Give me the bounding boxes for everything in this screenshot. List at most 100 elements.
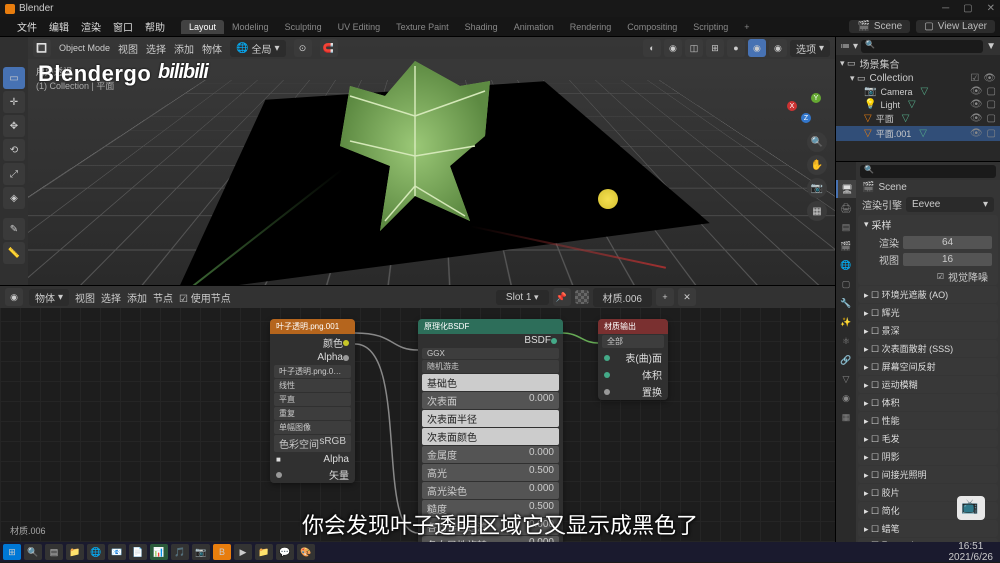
task-view-icon[interactable]: ▤ (45, 544, 63, 560)
world-tab[interactable]: 🌐 (836, 256, 856, 274)
gizmo-toggle-icon[interactable]: ◐ (643, 39, 661, 57)
surface-socket[interactable] (604, 355, 610, 361)
pin-icon[interactable]: 📌 (553, 288, 571, 306)
app-icon[interactable]: 💬 (276, 544, 294, 560)
scale-tool[interactable]: ⤢ (3, 163, 25, 185)
start-button[interactable]: ⊞ (3, 544, 21, 560)
bsdf-param[interactable]: 基础色 (422, 374, 559, 391)
workspace-tab[interactable]: Sculpting (277, 20, 330, 34)
workspace-tab[interactable]: Modeling (224, 20, 277, 34)
bsdf-param[interactable]: 次表面颜色 (422, 428, 559, 445)
node-title[interactable]: 材质输出 (598, 319, 668, 334)
taskbar-clock[interactable]: 16:512021/6/26 (949, 541, 998, 563)
menu-help[interactable]: 帮助 (139, 19, 171, 34)
camera-view-icon[interactable]: 📷 (807, 178, 827, 198)
volume-socket[interactable] (604, 372, 610, 378)
constraint-tab[interactable]: 🔗 (836, 351, 856, 369)
modifier-tab[interactable]: 🔧 (836, 294, 856, 312)
pivot-icon[interactable]: ⊙ (294, 39, 312, 57)
outliner-item[interactable]: 📷 Camera ▽👁▢ (836, 85, 1000, 98)
property-panel-header[interactable]: ▸ ☐ 屏幕空间反射 (858, 358, 998, 375)
bsdf-socket[interactable] (551, 338, 557, 344)
property-panel-header[interactable]: ▸ ☐ 次表面散射 (SSS) (858, 340, 998, 357)
material-name[interactable]: 材质.006 (593, 288, 652, 307)
scene-breadcrumb[interactable]: Scene (878, 182, 906, 193)
use-nodes-checkbox[interactable]: ☑ 使用节点 (179, 290, 231, 305)
shader-node-editor[interactable]: ◉ 物体▾ 视图 选择 添加 节点 ☑ 使用节点 Slot 1 ▾ 📌 材质.0… (0, 285, 835, 542)
property-panel-header[interactable]: ▸ ☐ 环境光遮蔽 (AO) (858, 286, 998, 303)
node-menu[interactable]: 节点 (153, 290, 173, 305)
editor-type-icon[interactable]: 🔳 (33, 39, 51, 57)
node-menu[interactable]: 添加 (127, 290, 147, 305)
denoise-checkbox[interactable]: ☑ 视觉降噪 (858, 268, 998, 285)
options-dropdown[interactable]: 选项▾ (790, 40, 830, 57)
workspace-tab[interactable]: Shading (457, 20, 506, 34)
maximize-icon[interactable]: ▢ (963, 3, 972, 14)
node-title[interactable]: 叶子透明.png.001 (270, 319, 355, 334)
property-panel-header[interactable]: ▸ ☐ 景深 (858, 322, 998, 339)
editor-type-icon[interactable]: ◉ (5, 288, 23, 306)
colorspace-field[interactable]: 色彩空间sRGB (274, 435, 351, 452)
node-menu[interactable]: 视图 (75, 290, 95, 305)
edge-icon[interactable]: 🌐 (87, 544, 105, 560)
proj-field[interactable]: 平直 (274, 393, 351, 406)
target-field[interactable]: 全部 (602, 335, 664, 348)
shader-type[interactable]: 物体▾ (29, 289, 69, 306)
viewport-menu[interactable]: 选择 (146, 41, 166, 56)
display-mode-icon[interactable]: ▾ (853, 41, 858, 52)
outliner-item[interactable]: ▽ 平面.001 ▽👁▢ (836, 126, 1000, 141)
filter-icon[interactable]: ▼ (986, 41, 996, 52)
object-tab[interactable]: ▢ (836, 275, 856, 293)
workspace-tab[interactable]: Compositing (619, 20, 685, 34)
data-tab[interactable]: ▽ (836, 370, 856, 388)
workspace-tab[interactable]: UV Editing (330, 20, 389, 34)
bsdf-param[interactable]: 次表面半径 (422, 410, 559, 427)
ext-field[interactable]: 重复 (274, 407, 351, 420)
property-panel-header[interactable]: ▸ ☐ 体积 (858, 394, 998, 411)
minimize-icon[interactable]: ─ (942, 3, 949, 14)
render-samples[interactable]: 64 (903, 236, 992, 249)
property-panel-header[interactable]: ▸ ☐ 阴影 (858, 448, 998, 465)
property-panel-header[interactable]: ▸ ☐ 蜡笔 (858, 520, 998, 537)
cursor-tool[interactable]: ✛ (3, 91, 25, 113)
material-tab[interactable]: ◉ (836, 389, 856, 407)
dist-field[interactable]: GGX (422, 348, 559, 359)
windows-taskbar[interactable]: ⊞ 🔍 ▤ 📁 🌐 📧 📄 📊 🎵 📷 B ▶ 📁 💬 🎨 16:512021/… (0, 542, 1000, 562)
outliner[interactable]: ≔ ▾ 🔍 ▼ ▾ ▭ 场景集合 ▾ ▭ Collection☑👁 📷 Came… (836, 37, 1000, 162)
snap-icon[interactable]: 🧲 (320, 39, 338, 57)
texture-tab[interactable]: ▦ (836, 408, 856, 426)
app-icon[interactable]: 🎨 (297, 544, 315, 560)
select-tool[interactable]: ▭ (3, 67, 25, 89)
annotate-tool[interactable]: ✎ (3, 218, 25, 240)
property-panel-header[interactable]: ▸ ☐ 运动模糊 (858, 376, 998, 393)
app-icon[interactable]: ▶ (234, 544, 252, 560)
viewlayer-selector[interactable]: ▢View Layer (916, 20, 995, 33)
mode-label[interactable]: Object Mode (59, 43, 110, 53)
material-output-node[interactable]: 材质输出 全部 表(曲)面 体积 置换 (598, 319, 668, 400)
alpha-socket[interactable] (343, 355, 349, 361)
source-field[interactable]: 单幅图像 (274, 421, 351, 434)
scene-tab[interactable]: 🎬 (836, 237, 856, 255)
bsdf-param[interactable]: 次表面0.000 (422, 392, 559, 409)
close-icon[interactable]: ✕ (987, 3, 995, 14)
app-icon[interactable]: 📷 (192, 544, 210, 560)
viewport-menu[interactable]: 物体 (202, 41, 222, 56)
material-slot[interactable]: Slot 1 ▾ (496, 290, 549, 305)
color-socket[interactable] (343, 340, 349, 346)
interp-field[interactable]: 线性 (274, 379, 351, 392)
subsurf-method[interactable]: 随机游走 (422, 360, 559, 373)
zoom-icon[interactable]: 🔍 (807, 132, 827, 152)
menu-file[interactable]: 文件 (11, 19, 43, 34)
image-texture-node[interactable]: 叶子透明.png.001 颜色 Alpha 叶子透明.png.0… 线性 平直 … (270, 319, 355, 483)
property-panel-header[interactable]: ▸ ☐ 性能 (858, 412, 998, 429)
displacement-socket[interactable] (604, 389, 610, 395)
shading-solid-icon[interactable]: ● (727, 39, 745, 57)
shading-wire-icon[interactable]: ⊞ (706, 39, 724, 57)
viewport-menu[interactable]: 添加 (174, 41, 194, 56)
property-panel-header[interactable]: ▸ ☐ 辉光 (858, 304, 998, 321)
overlay-toggle-icon[interactable]: ◉ (664, 39, 682, 57)
collection-row[interactable]: ▾ ▭ Collection☑👁 (836, 72, 1000, 85)
rotate-tool[interactable]: ⟲ (3, 139, 25, 161)
sampling-panel-header[interactable]: ▾ 采样 (858, 215, 998, 234)
transform-tool[interactable]: ◈ (3, 187, 25, 209)
